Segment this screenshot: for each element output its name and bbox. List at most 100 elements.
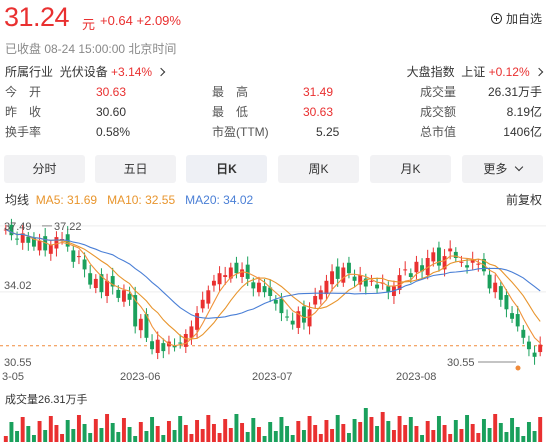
candle-body [408, 273, 413, 277]
volume-bar [375, 426, 380, 442]
volume-bar [453, 420, 458, 442]
stat-label: 最 低 [212, 105, 249, 119]
volume-bar [99, 428, 104, 442]
volume-bar [110, 423, 115, 442]
volume-bar [105, 414, 110, 442]
tab-monthly-k[interactable]: 月K [370, 155, 451, 183]
volume-bar [71, 429, 76, 442]
ma-prefix: 均线 [5, 193, 30, 207]
stat-value: 31.49 [303, 85, 334, 99]
candle-body [88, 273, 93, 285]
candle-body [448, 248, 453, 252]
ma10-value: MA10: 32.55 [107, 193, 176, 207]
volume-bar [206, 415, 211, 442]
candle-body [335, 266, 340, 279]
volume-bar [414, 426, 419, 442]
candle-body [414, 261, 419, 273]
volume-bar [26, 426, 31, 442]
min-marker [515, 365, 521, 371]
stat-label: 换手率 [5, 125, 42, 139]
candle-body [341, 267, 346, 283]
x-axis-tick: 2023-08 [396, 371, 436, 382]
min-annotation: 30.55 [447, 357, 475, 369]
candle-body [538, 344, 543, 353]
volume-bar [470, 424, 475, 442]
volume-bar [459, 429, 464, 442]
industry-link[interactable]: 所属行业 光伏设备 +3.14% [5, 63, 166, 80]
volume-bar [82, 424, 87, 442]
volume-bar [380, 412, 385, 442]
volume-bar [369, 417, 374, 442]
ma5-line [5, 229, 541, 347]
volume-bar [138, 422, 143, 442]
candle-body [223, 275, 228, 277]
volume-bar [3, 436, 8, 442]
add-watchlist-button[interactable]: 加自选 [490, 10, 542, 27]
volume-bar [526, 422, 531, 442]
volume-bar [48, 416, 53, 442]
stat-label: 昨 收 [5, 105, 42, 119]
tab-weekly-k[interactable]: 周K [278, 155, 359, 183]
kline-chart[interactable]: 37.49 34.02 30.55 37.22 30.55 3-05 2023-06 202… [0, 212, 550, 382]
candle-body [116, 289, 121, 298]
candle-body [150, 341, 155, 350]
candle-body [431, 252, 436, 262]
volume-bar [504, 432, 509, 442]
candle-body [71, 250, 76, 262]
volume-bar [403, 425, 408, 442]
candle-body [200, 299, 205, 309]
volume-bar [144, 431, 149, 442]
candle-body [510, 313, 515, 319]
volume-bar [324, 420, 329, 442]
volume-bar [234, 414, 239, 442]
index-name: 上证 [461, 65, 486, 79]
candle-body [487, 274, 492, 289]
candle-body [195, 313, 200, 330]
y-axis-low: 30.55 [4, 357, 32, 369]
candle-body [493, 282, 498, 293]
volume-chart [3, 408, 543, 442]
volume-bar [285, 426, 290, 442]
candle-body [15, 238, 20, 240]
index-link[interactable]: 大盘指数 上证 +0.12% [406, 63, 544, 80]
candle-body [234, 262, 239, 274]
candle-body [346, 262, 351, 274]
volume-bar [166, 421, 171, 442]
volume-bar [217, 433, 222, 442]
volume-bar [37, 421, 42, 442]
candle-body [82, 259, 87, 270]
candle-body [476, 263, 481, 265]
tab-daily-k[interactable]: 日K [186, 155, 267, 183]
tab-more-label: 更多 [483, 162, 508, 176]
tab-more[interactable]: 更多 [462, 155, 543, 183]
chevron-right-icon [534, 67, 544, 77]
candle-body [369, 280, 374, 282]
ma-legend: 均线 MA5: 31.69 MA10: 32.55 MA20: 34.02 [5, 191, 253, 208]
adjust-mode[interactable]: 前复权 [506, 191, 542, 208]
volume-bar [121, 418, 126, 442]
volume-bar [487, 428, 492, 442]
candle-body [498, 286, 503, 300]
volume-bar [245, 432, 250, 442]
candle-body [245, 264, 250, 279]
candle-body [459, 261, 464, 263]
candle-body [37, 240, 42, 251]
candle-body [217, 273, 222, 285]
index-label: 大盘指数 [406, 65, 455, 79]
volume-bar [15, 431, 20, 442]
volume-bar [31, 435, 36, 442]
ma5-value: MA5: 31.69 [35, 193, 98, 207]
candle-body [155, 339, 160, 353]
stat-value: 5.25 [316, 125, 340, 139]
volume-bar [9, 422, 14, 442]
candle-body [504, 295, 509, 310]
tab-intraday[interactable]: 分时 [4, 155, 85, 183]
volume-bar [20, 417, 25, 442]
tab-five-day[interactable]: 五日 [95, 155, 176, 183]
candle-body [290, 320, 295, 325]
stat-value: 1406亿 [503, 125, 542, 139]
market-status: 已收盘 08-24 15:00:00 北京时间 [5, 42, 177, 56]
volume-bar [251, 418, 256, 442]
volume-bar [88, 433, 93, 442]
candle-body [121, 290, 126, 302]
